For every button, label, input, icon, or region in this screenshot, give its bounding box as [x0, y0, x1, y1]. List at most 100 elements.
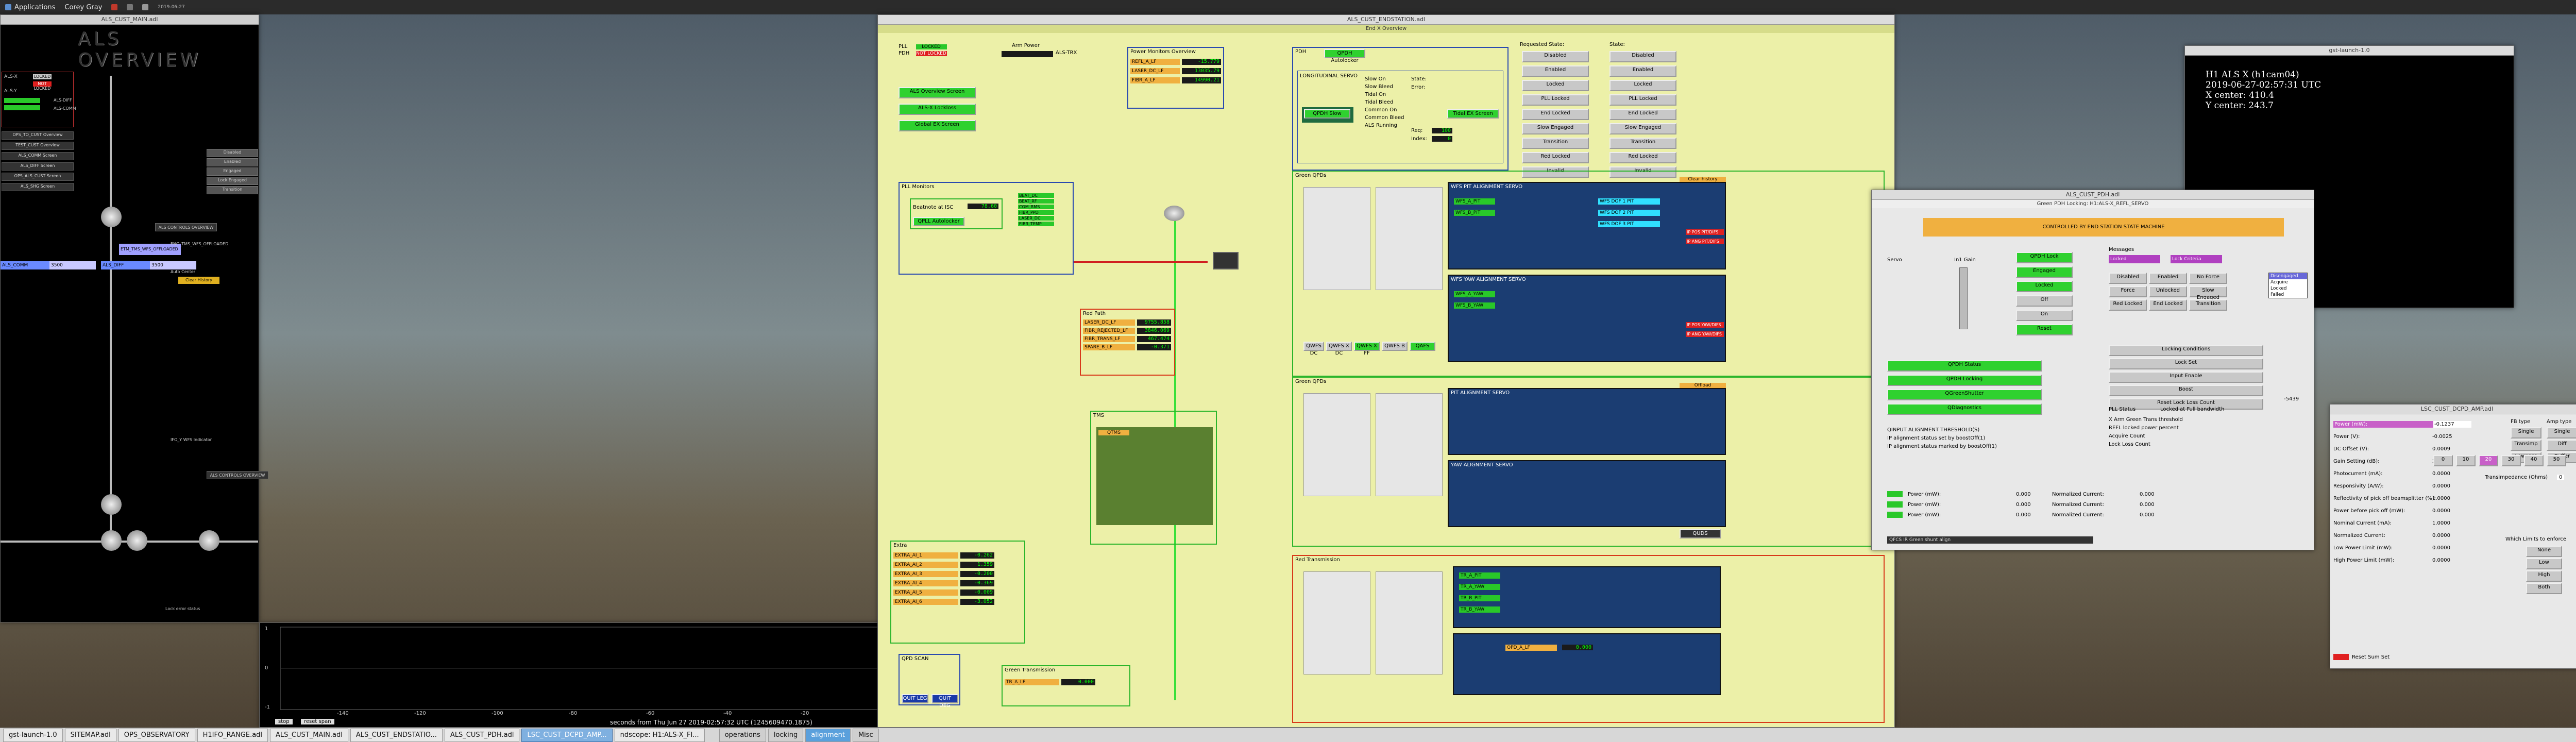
- req-state-slow-engaged[interactable]: Slow Engaged: [1522, 123, 1589, 134]
- unlocked-button[interactable]: Unlocked: [2149, 286, 2187, 297]
- gain-10-button[interactable]: 10: [2456, 455, 2476, 466]
- reset-button[interactable]: Reset: [2016, 324, 2073, 335]
- on-button[interactable]: On: [2016, 310, 2073, 321]
- als-shg-screen-button[interactable]: ALS_SHG Screen: [2, 183, 74, 191]
- task-als-cust-pdh[interactable]: ALS_CUST_PDH.adl: [444, 728, 520, 742]
- gain-30-button[interactable]: 30: [2501, 455, 2521, 466]
- lock-set-button[interactable]: Lock Set: [2109, 358, 2263, 369]
- end-locked-button[interactable]: End Locked: [2149, 299, 2187, 311]
- task-gst-launch[interactable]: gst-launch-1.0: [3, 728, 63, 742]
- qwfs-dc-button[interactable]: QWFS DC: [1303, 342, 1324, 356]
- task-als-cust-endstation[interactable]: ALS_CUST_ENDSTATIO...: [350, 728, 443, 742]
- als-comm-screen-button[interactable]: ALS_COMM Screen: [2, 152, 74, 160]
- diagnostics-button[interactable]: QDiagnostics: [1887, 403, 2042, 415]
- gain-20-button[interactable]: 20: [2479, 455, 2498, 466]
- quds-button[interactable]: QUDS: [1680, 529, 1721, 538]
- als-overview-screen-button[interactable]: ALS Overview Screen: [899, 87, 976, 98]
- terminal-icon[interactable]: [127, 4, 133, 10]
- offload-button[interactable]: Offload: [1680, 383, 1726, 388]
- req-state-pll-locked[interactable]: PLL Locked: [1522, 94, 1589, 106]
- pll-autolocker-button[interactable]: QPLL Autolocker: [913, 217, 964, 226]
- task-ops-observatory[interactable]: OPS_OBSERVATORY: [118, 728, 195, 742]
- off-button[interactable]: Off: [2016, 295, 2073, 307]
- fb-transimp-button[interactable]: Transimp: [2511, 440, 2541, 451]
- task-ndscope[interactable]: ndscope: H1:ALS-X_FI...: [614, 728, 705, 742]
- dcpd-titlebar[interactable]: LSC_CUST_DCPD_AMP.adl: [2330, 404, 2576, 414]
- quit-deg-button[interactable]: QUIT DEG: [931, 694, 958, 709]
- transition-button[interactable]: Transition: [2189, 299, 2227, 311]
- workspace-operations[interactable]: operations: [719, 728, 766, 742]
- state-disabled[interactable]: Disabled: [207, 149, 258, 157]
- req-state-locked[interactable]: Locked: [1522, 80, 1589, 91]
- als-main-titlebar[interactable]: ALS_CUST_MAIN.adl: [1, 15, 259, 25]
- req-state-transition[interactable]: Transition: [1522, 138, 1589, 149]
- pdh-titlebar[interactable]: ALS_CUST_PDH.adl: [1872, 190, 2314, 200]
- qafs-button[interactable]: QAFS: [1410, 342, 1435, 351]
- amp-diff-button[interactable]: Diff: [2547, 440, 2576, 451]
- enabled-button[interactable]: Enabled: [2149, 273, 2187, 284]
- qwfs-b-button[interactable]: QWFS B: [1382, 342, 1408, 351]
- task-sitemap[interactable]: SITEMAP.adl: [64, 728, 116, 742]
- limit-both-button[interactable]: Both: [2526, 583, 2562, 594]
- limit-high-button[interactable]: High: [2526, 570, 2562, 582]
- gain-40-button[interactable]: 40: [2524, 455, 2544, 466]
- amp-single-button[interactable]: Single: [2547, 427, 2576, 439]
- files-icon[interactable]: [142, 4, 149, 10]
- reset-sum-label[interactable]: Reset Sum Set: [2352, 654, 2389, 660]
- no-force-button[interactable]: No Force: [2189, 273, 2227, 284]
- state-transition[interactable]: Transition: [207, 186, 258, 194]
- limit-low-button[interactable]: Low: [2526, 558, 2562, 569]
- state-engaged[interactable]: Engaged: [207, 167, 258, 176]
- pdh-autolocker-button[interactable]: QPDH Autolocker: [1324, 49, 1365, 63]
- ops-als-cust-button[interactable]: OPS_ALS_CUST Screen: [2, 173, 74, 181]
- workspace-locking[interactable]: locking: [768, 728, 804, 742]
- state-lock-engaged[interactable]: Lock Engaged: [207, 177, 258, 185]
- reset-span-button[interactable]: reset span: [301, 719, 334, 724]
- clear-history-button[interactable]: Clear History: [178, 277, 219, 284]
- req-state-red-locked[interactable]: Red Locked: [1522, 152, 1589, 163]
- terminal-titlebar[interactable]: gst-launch-1.0: [2185, 46, 2514, 56]
- tidal-ex-screen-button[interactable]: Tidal EX Screen: [1447, 109, 1499, 119]
- endstation-titlebar[interactable]: ALS_CUST_ENDSTATION.adl: [878, 15, 1894, 25]
- stop-button[interactable]: stop: [275, 719, 293, 724]
- applications-menu[interactable]: Applications: [5, 4, 55, 11]
- clear-history-button[interactable]: Clear history: [1680, 177, 1726, 182]
- req-state-disabled[interactable]: Disabled: [1522, 51, 1589, 62]
- req-state-end-locked[interactable]: End Locked: [1522, 109, 1589, 120]
- workspace-misc[interactable]: Misc: [852, 728, 879, 742]
- als-controls-overview-button[interactable]: ALS CONTROLS OVERVIEW: [155, 223, 217, 231]
- als-diff-screen-button[interactable]: ALS_DIFF Screen: [2, 162, 74, 171]
- global-ex-screen-button[interactable]: Global EX Screen: [899, 120, 976, 131]
- test-cust-overview-button[interactable]: TEST_CUST Overview: [2, 142, 74, 150]
- task-als-cust-main[interactable]: ALS_CUST_MAIN.adl: [270, 728, 348, 742]
- launcher-icon[interactable]: [111, 4, 118, 10]
- qwfs-x-ff-button[interactable]: QWFS X FF: [1354, 342, 1380, 356]
- als-controls-overview-button-2[interactable]: ALS CONTROLS OVERVIEW: [207, 471, 268, 479]
- quit-leg-button[interactable]: QUIT LEG: [902, 694, 928, 703]
- force-button[interactable]: Force: [2109, 286, 2147, 297]
- gain-slider[interactable]: [1959, 267, 1968, 329]
- qpdh-slow-button[interactable]: QPDH Slow: [1304, 109, 1350, 119]
- qwfs-x-dc-button[interactable]: QWFS X DC: [1326, 342, 1352, 356]
- user-menu[interactable]: Corey Gray: [64, 4, 102, 11]
- pdh-status-button[interactable]: QPDH Status: [1887, 360, 2042, 372]
- qtms-button[interactable]: QTMS: [1098, 430, 1129, 435]
- ops-cust-overview-button[interactable]: OPS_TO_CUST Overview: [2, 131, 74, 140]
- disabled-button[interactable]: Disabled: [2109, 273, 2147, 284]
- req-state-enabled[interactable]: Enabled: [1522, 65, 1589, 77]
- workspace-alignment[interactable]: alignment: [805, 728, 851, 742]
- locked-button[interactable]: Locked: [2016, 281, 2073, 292]
- engaged-button[interactable]: Engaged: [2016, 266, 2073, 278]
- qpdh-lock-button[interactable]: QPDH Lock: [2016, 252, 2073, 263]
- task-lsc-cust-dcpd-amp[interactable]: LSC_CUST_DCPD_AMP...: [521, 728, 613, 742]
- task-h1ifo-range[interactable]: H1IFO_RANGE.adl: [197, 728, 268, 742]
- fb-single-button[interactable]: Single: [2511, 427, 2541, 439]
- slow-engaged-button[interactable]: Slow Engaged: [2189, 286, 2227, 300]
- pdh-locking-button[interactable]: QPDH Locking: [1887, 375, 2042, 386]
- gain-50-button[interactable]: 50: [2547, 455, 2566, 466]
- red-locked-button[interactable]: Red Locked: [2109, 299, 2147, 311]
- green-shutter-button[interactable]: QGreenShutter: [1887, 389, 2042, 400]
- gain-0-button[interactable]: 0: [2433, 455, 2453, 466]
- boost-button[interactable]: Boost: [2109, 385, 2263, 396]
- locking-conditions-button[interactable]: Locking Conditions: [2109, 345, 2263, 356]
